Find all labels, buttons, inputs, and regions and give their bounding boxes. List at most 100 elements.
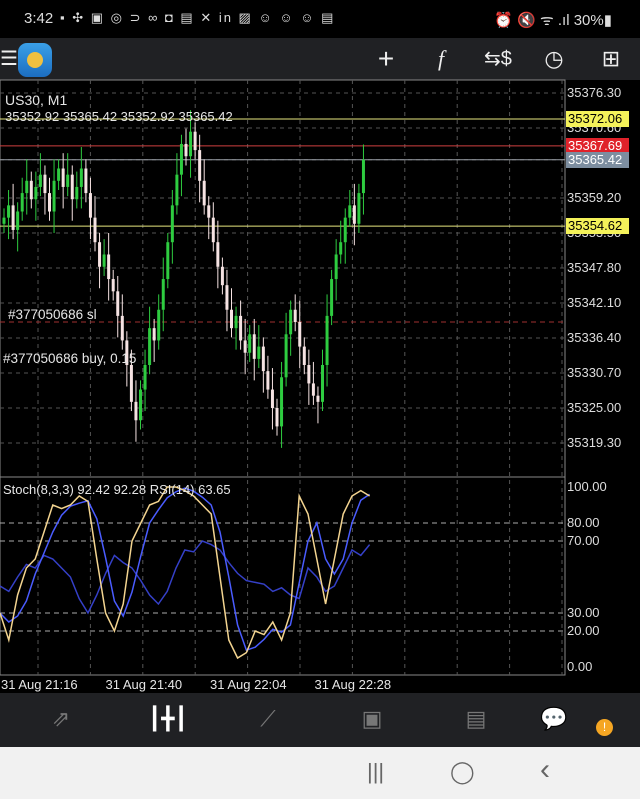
- stoch-signal-line: [0, 487, 371, 652]
- candle-body: [348, 205, 352, 218]
- candle-body: [20, 193, 24, 212]
- candle-body: [339, 242, 343, 255]
- price-level-label: 35325.00: [567, 399, 622, 415]
- candle-body: [198, 150, 202, 181]
- candle-body: [134, 401, 138, 421]
- candle-body: [143, 365, 147, 390]
- candle-body: [284, 334, 288, 378]
- indicator-level-label: 0.00: [567, 659, 593, 674]
- trade-tab-icon[interactable]: ⟋: [252, 706, 284, 734]
- price-tag: 35365.42: [566, 151, 629, 168]
- back-button[interactable]: ‹: [540, 753, 550, 787]
- candle-body: [120, 315, 124, 341]
- recents-button[interactable]: |||: [367, 759, 384, 785]
- candle-body: [84, 168, 88, 194]
- candle-body: [179, 143, 183, 175]
- candle-body: [261, 346, 265, 372]
- system-nav: ||| ◯ ‹: [0, 747, 640, 799]
- candle-body: [43, 174, 47, 194]
- price-chart[interactable]: [0, 0, 640, 693]
- stoch-main-line: [0, 486, 370, 660]
- indicator-header: Stoch(8,3,3) 92.42 92.28 RSI(14) 63.65: [3, 482, 231, 497]
- price-tag: 35354.62: [566, 218, 629, 235]
- candle-body: [275, 407, 279, 427]
- quotes-tab-icon[interactable]: ⇗: [45, 706, 77, 734]
- candle-body: [334, 254, 338, 280]
- candle-body: [211, 217, 215, 243]
- candle-body: [248, 334, 252, 353]
- candle-body: [266, 371, 270, 390]
- ohlc-label: 35352.92 35365.42 35352.92 35365.42: [5, 109, 233, 124]
- candle-body: [152, 328, 156, 341]
- price-level-label: 35330.70: [567, 364, 622, 380]
- candle-body: [270, 389, 274, 408]
- home-button[interactable]: ◯: [450, 759, 475, 785]
- candle-body: [189, 131, 193, 157]
- price-level-label: 35359.20: [567, 189, 622, 205]
- candle-body: [184, 143, 188, 157]
- candle-body: [2, 217, 6, 224]
- chart-tab-icon[interactable]: ┃╋┃: [148, 706, 188, 734]
- price-level-label: 35336.40: [567, 329, 622, 345]
- notification-badge: !: [596, 719, 613, 736]
- candle-body: [207, 205, 211, 218]
- candle-body: [148, 328, 152, 366]
- candle-body: [216, 242, 220, 267]
- candle-body: [352, 205, 356, 224]
- candle-body: [343, 217, 347, 243]
- price-level-label: 35319.30: [567, 434, 622, 450]
- order-buy-label: #377050686 buy, 0.15: [3, 351, 137, 366]
- candle-body: [280, 377, 284, 427]
- candle-body: [75, 186, 79, 200]
- candle-body: [307, 365, 311, 384]
- news-tab-icon[interactable]: ▤: [460, 706, 492, 734]
- candle-body: [116, 291, 120, 316]
- candle-body: [252, 334, 256, 359]
- candle-body: [129, 365, 133, 402]
- candle-body: [48, 193, 51, 212]
- candle-body: [34, 186, 38, 200]
- candle-body: [98, 242, 102, 267]
- price-level-label: 35342.10: [567, 294, 622, 310]
- history-tab-icon[interactable]: ▣: [356, 706, 388, 734]
- candle-body: [230, 309, 233, 329]
- candle-body: [257, 346, 261, 359]
- candle-body: [239, 315, 243, 341]
- candle-body: [325, 315, 329, 366]
- chat-tab-icon[interactable]: 💬: [538, 706, 570, 734]
- candle-body: [316, 395, 320, 402]
- candle-body: [293, 309, 297, 323]
- candle-body: [29, 180, 33, 200]
- candle-body: [11, 205, 15, 230]
- candle-body: [289, 309, 293, 335]
- indicator-level-label: 80.00: [567, 515, 600, 530]
- candle-body: [234, 315, 238, 329]
- candle-body: [25, 180, 29, 194]
- candle-body: [79, 168, 83, 187]
- candle-body: [298, 322, 302, 347]
- candle-body: [38, 174, 42, 187]
- time-axis-label: 31 Aug 22:04: [210, 677, 287, 692]
- price-tag: 35372.06: [566, 111, 629, 128]
- candle-body: [170, 205, 174, 243]
- candle-body: [7, 205, 11, 218]
- candle-body: [93, 217, 97, 243]
- rsi-line: [0, 540, 371, 615]
- candle-body: [302, 346, 306, 366]
- candle-body: [202, 180, 206, 206]
- candle-body: [139, 389, 142, 421]
- candle-body: [175, 174, 179, 206]
- candle-body: [102, 254, 106, 267]
- candle-body: [57, 168, 61, 181]
- indicator-frame: [0, 476, 566, 676]
- indicator-level-label: 70.00: [567, 533, 600, 548]
- candle-body: [52, 180, 56, 212]
- indicator-level-label: 100.00: [567, 479, 607, 494]
- candle-body: [361, 159, 365, 194]
- candle-body: [61, 168, 65, 187]
- candle-body: [166, 242, 170, 280]
- candle-body: [88, 193, 92, 218]
- candle-body: [157, 309, 161, 341]
- candle-body: [311, 383, 315, 396]
- candle-body: [225, 285, 229, 310]
